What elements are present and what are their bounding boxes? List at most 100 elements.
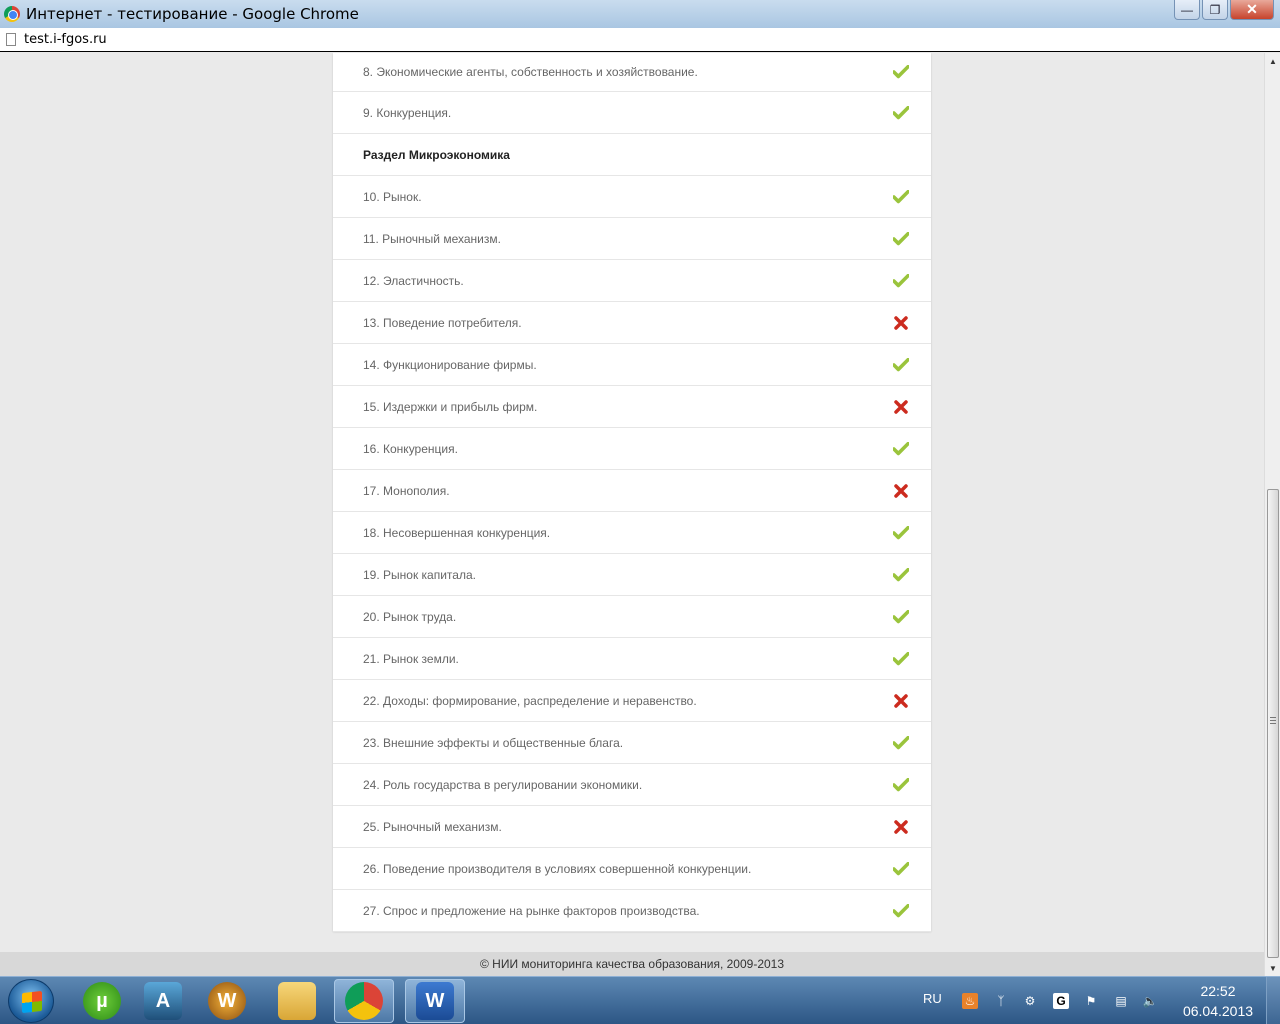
result-row: 20. Рынок труда. <box>333 596 931 638</box>
system-clock[interactable]: 22:52 06.04.2013 <box>1180 981 1256 1021</box>
cross-icon <box>893 483 909 499</box>
aion-game-icon: A <box>144 982 182 1020</box>
section-title: Раздел Микроэкономика <box>363 147 510 162</box>
language-indicator[interactable]: RU <box>923 991 942 1006</box>
result-row: 24. Роль государства в регулировании эко… <box>333 764 931 806</box>
result-label: 11. Рыночный механизм. <box>363 231 501 246</box>
taskbar-button[interactable]: µ <box>72 979 132 1023</box>
result-row: 27. Спрос и предложение на рынке факторо… <box>333 890 931 932</box>
scroll-up-arrow-icon[interactable]: ▲ <box>1265 53 1280 69</box>
minimize-button[interactable]: — <box>1174 0 1200 20</box>
checkmark-icon <box>893 525 909 541</box>
result-label: 21. Рынок земли. <box>363 651 459 666</box>
cross-icon <box>893 315 909 331</box>
start-button[interactable] <box>8 979 54 1023</box>
taskbar-button[interactable]: A <box>133 979 193 1023</box>
result-label: 23. Внешние эффекты и общественные блага… <box>363 735 624 750</box>
maximize-button[interactable]: ❐ <box>1202 0 1228 20</box>
word-icon: W <box>416 982 454 1020</box>
result-label: 10. Рынок. <box>363 189 422 204</box>
result-label: 26. Поведение производителя в условиях с… <box>363 861 752 876</box>
cross-icon <box>893 819 909 835</box>
taskbar-button[interactable] <box>267 979 327 1023</box>
checkmark-icon <box>893 273 909 289</box>
checkmark-icon <box>893 567 909 583</box>
action-center-flag-icon[interactable]: ⚑ <box>1083 993 1099 1009</box>
clock-date: 06.04.2013 <box>1182 1003 1254 1019</box>
result-label: 22. Доходы: формирование, распределение … <box>363 693 697 708</box>
scrollbar-grip <box>1270 717 1276 718</box>
result-row: 21. Рынок земли. <box>333 638 931 680</box>
result-row: 8. Экономические агенты, собственность и… <box>333 53 931 92</box>
vertical-scrollbar[interactable]: ▲ ▼ <box>1264 53 1280 976</box>
checkmark-icon <box>893 105 909 121</box>
checkmark-icon <box>893 903 909 919</box>
bluetooth-icon[interactable]: ᛉ <box>993 993 1009 1009</box>
window-titlebar[interactable]: Интернет - тестирование - Google Chrome … <box>0 0 1280 28</box>
result-row: 13. Поведение потребителя. <box>333 302 931 344</box>
result-label: 8. Экономические агенты, собственность и… <box>363 65 698 79</box>
result-label: 17. Монополия. <box>363 483 450 498</box>
checkmark-icon <box>893 357 909 373</box>
result-label: 27. Спрос и предложение на рынке факторо… <box>363 903 700 918</box>
result-label: 24. Роль государства в регулировании эко… <box>363 777 643 792</box>
checkmark-icon <box>893 441 909 457</box>
result-row: 18. Несовершенная конкуренция. <box>333 512 931 554</box>
window-title: Интернет - тестирование - Google Chrome <box>26 5 359 23</box>
checkmark-icon <box>893 64 909 80</box>
result-label: 20. Рынок труда. <box>363 609 457 624</box>
result-row: 19. Рынок капитала. <box>333 554 931 596</box>
warcraft-icon: W <box>208 982 246 1020</box>
section-header: Раздел Микроэкономика <box>333 134 931 176</box>
app-tray-icon[interactable]: G <box>1053 993 1069 1009</box>
result-row: 9. Конкуренция. <box>333 92 931 134</box>
scrollbar-thumb[interactable] <box>1267 489 1279 958</box>
close-button[interactable]: ✕ <box>1230 0 1274 20</box>
result-row: 15. Издержки и прибыль фирм. <box>333 386 931 428</box>
result-row: 14. Функционирование фирмы. <box>333 344 931 386</box>
result-label: 13. Поведение потребителя. <box>363 315 522 330</box>
scroll-down-arrow-icon[interactable]: ▼ <box>1265 960 1280 976</box>
volume-icon[interactable]: 🔈 <box>1142 993 1158 1009</box>
folder-icon <box>278 982 316 1020</box>
result-row: 25. Рыночный механизм. <box>333 806 931 848</box>
url-text[interactable]: test.i-fgos.ru <box>24 32 107 47</box>
show-desktop-button[interactable] <box>1266 977 1280 1024</box>
result-label: 16. Конкуренция. <box>363 441 458 456</box>
java-update-icon[interactable]: ♨ <box>962 993 978 1009</box>
cross-icon <box>893 693 909 709</box>
clock-time: 22:52 <box>1200 983 1236 999</box>
taskbar-button[interactable]: W <box>197 979 257 1023</box>
result-row: 22. Доходы: формирование, распределение … <box>333 680 931 722</box>
page-icon <box>6 33 16 46</box>
checkmark-icon <box>893 651 909 667</box>
result-row: 11. Рыночный механизм. <box>333 218 931 260</box>
results-list: 8. Экономические агенты, собственность и… <box>333 53 931 932</box>
page-viewport: 8. Экономические агенты, собственность и… <box>0 53 1264 976</box>
network-icon[interactable]: ▤ <box>1113 993 1129 1009</box>
checkmark-icon <box>893 231 909 247</box>
page-footer: © НИИ мониторинга качества образования, … <box>0 952 1264 976</box>
network-share-icon[interactable]: ⚙ <box>1022 993 1038 1009</box>
result-row: 26. Поведение производителя в условиях с… <box>333 848 931 890</box>
result-row: 10. Рынок. <box>333 176 931 218</box>
result-row: 16. Конкуренция. <box>333 428 931 470</box>
windows-logo-icon <box>22 990 42 1014</box>
result-label: 19. Рынок капитала. <box>363 567 476 582</box>
checkmark-icon <box>893 735 909 751</box>
chrome-icon <box>4 6 20 22</box>
result-label: 9. Конкуренция. <box>363 105 452 120</box>
address-bar[interactable]: test.i-fgos.ru <box>0 28 1280 52</box>
result-label: 18. Несовершенная конкуренция. <box>363 525 551 540</box>
taskbar: µAWW RU ♨ ᛉ ⚙ G ⚑ ▤ 🔈 22:52 06.04.2013 <box>0 976 1280 1024</box>
taskbar-button[interactable] <box>334 979 394 1023</box>
checkmark-icon <box>893 189 909 205</box>
checkmark-icon <box>893 609 909 625</box>
taskbar-button[interactable]: W <box>405 979 465 1023</box>
result-label: 15. Издержки и прибыль фирм. <box>363 399 538 414</box>
result-label: 25. Рыночный механизм. <box>363 819 502 834</box>
utorrent-icon: µ <box>83 982 121 1020</box>
result-row: 17. Монополия. <box>333 470 931 512</box>
result-label: 14. Функционирование фирмы. <box>363 357 537 372</box>
checkmark-icon <box>893 861 909 877</box>
